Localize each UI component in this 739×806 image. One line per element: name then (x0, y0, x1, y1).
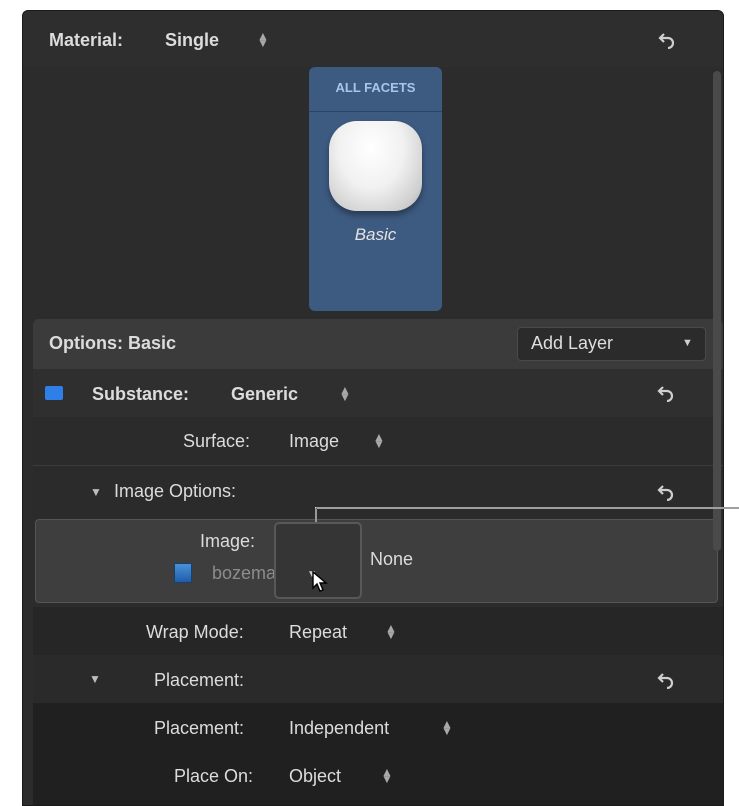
callout-line (315, 507, 739, 522)
